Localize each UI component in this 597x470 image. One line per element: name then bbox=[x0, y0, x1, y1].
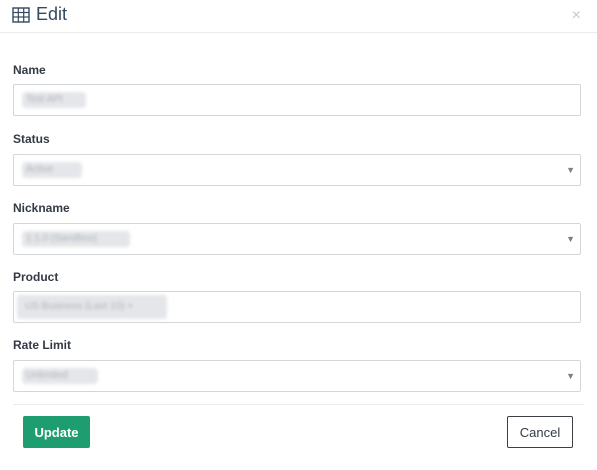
product-label: Product bbox=[13, 270, 59, 284]
footer-divider bbox=[13, 404, 584, 405]
name-value: Test API bbox=[22, 92, 86, 108]
status-value: Active bbox=[22, 162, 82, 178]
chevron-down-icon: ▼ bbox=[566, 165, 575, 175]
chevron-down-icon: ▼ bbox=[566, 371, 575, 381]
name-input[interactable]: Test API bbox=[13, 84, 581, 116]
modal-header: Edit × bbox=[0, 0, 597, 33]
rate-limit-select[interactable]: Unlimited ▼ bbox=[13, 360, 581, 392]
nickname-value: 1.1.0 (Sandbox) bbox=[22, 231, 130, 247]
rate-limit-label: Rate Limit bbox=[13, 338, 72, 352]
chevron-down-icon: ▼ bbox=[566, 234, 575, 244]
name-label: Name bbox=[13, 63, 46, 77]
close-icon[interactable]: × bbox=[572, 6, 581, 26]
cancel-button[interactable]: Cancel bbox=[507, 416, 573, 448]
table-icon bbox=[12, 6, 30, 23]
modal-title-wrap: Edit bbox=[12, 4, 67, 25]
nickname-select[interactable]: 1.1.0 (Sandbox) ▼ bbox=[13, 223, 581, 255]
edit-modal: Edit × Name Test API Status Active ▼ Nic… bbox=[0, 0, 597, 470]
update-button[interactable]: Update bbox=[23, 416, 90, 448]
status-select[interactable]: Active ▼ bbox=[13, 154, 581, 186]
rate-limit-value: Unlimited bbox=[22, 368, 98, 384]
product-tag[interactable]: US Business (Last 10) × bbox=[17, 295, 167, 319]
status-label: Status bbox=[13, 132, 50, 146]
modal-title: Edit bbox=[36, 4, 68, 24]
nickname-label: Nickname bbox=[13, 201, 70, 215]
product-multiselect[interactable]: US Business (Last 10) × bbox=[13, 291, 581, 323]
